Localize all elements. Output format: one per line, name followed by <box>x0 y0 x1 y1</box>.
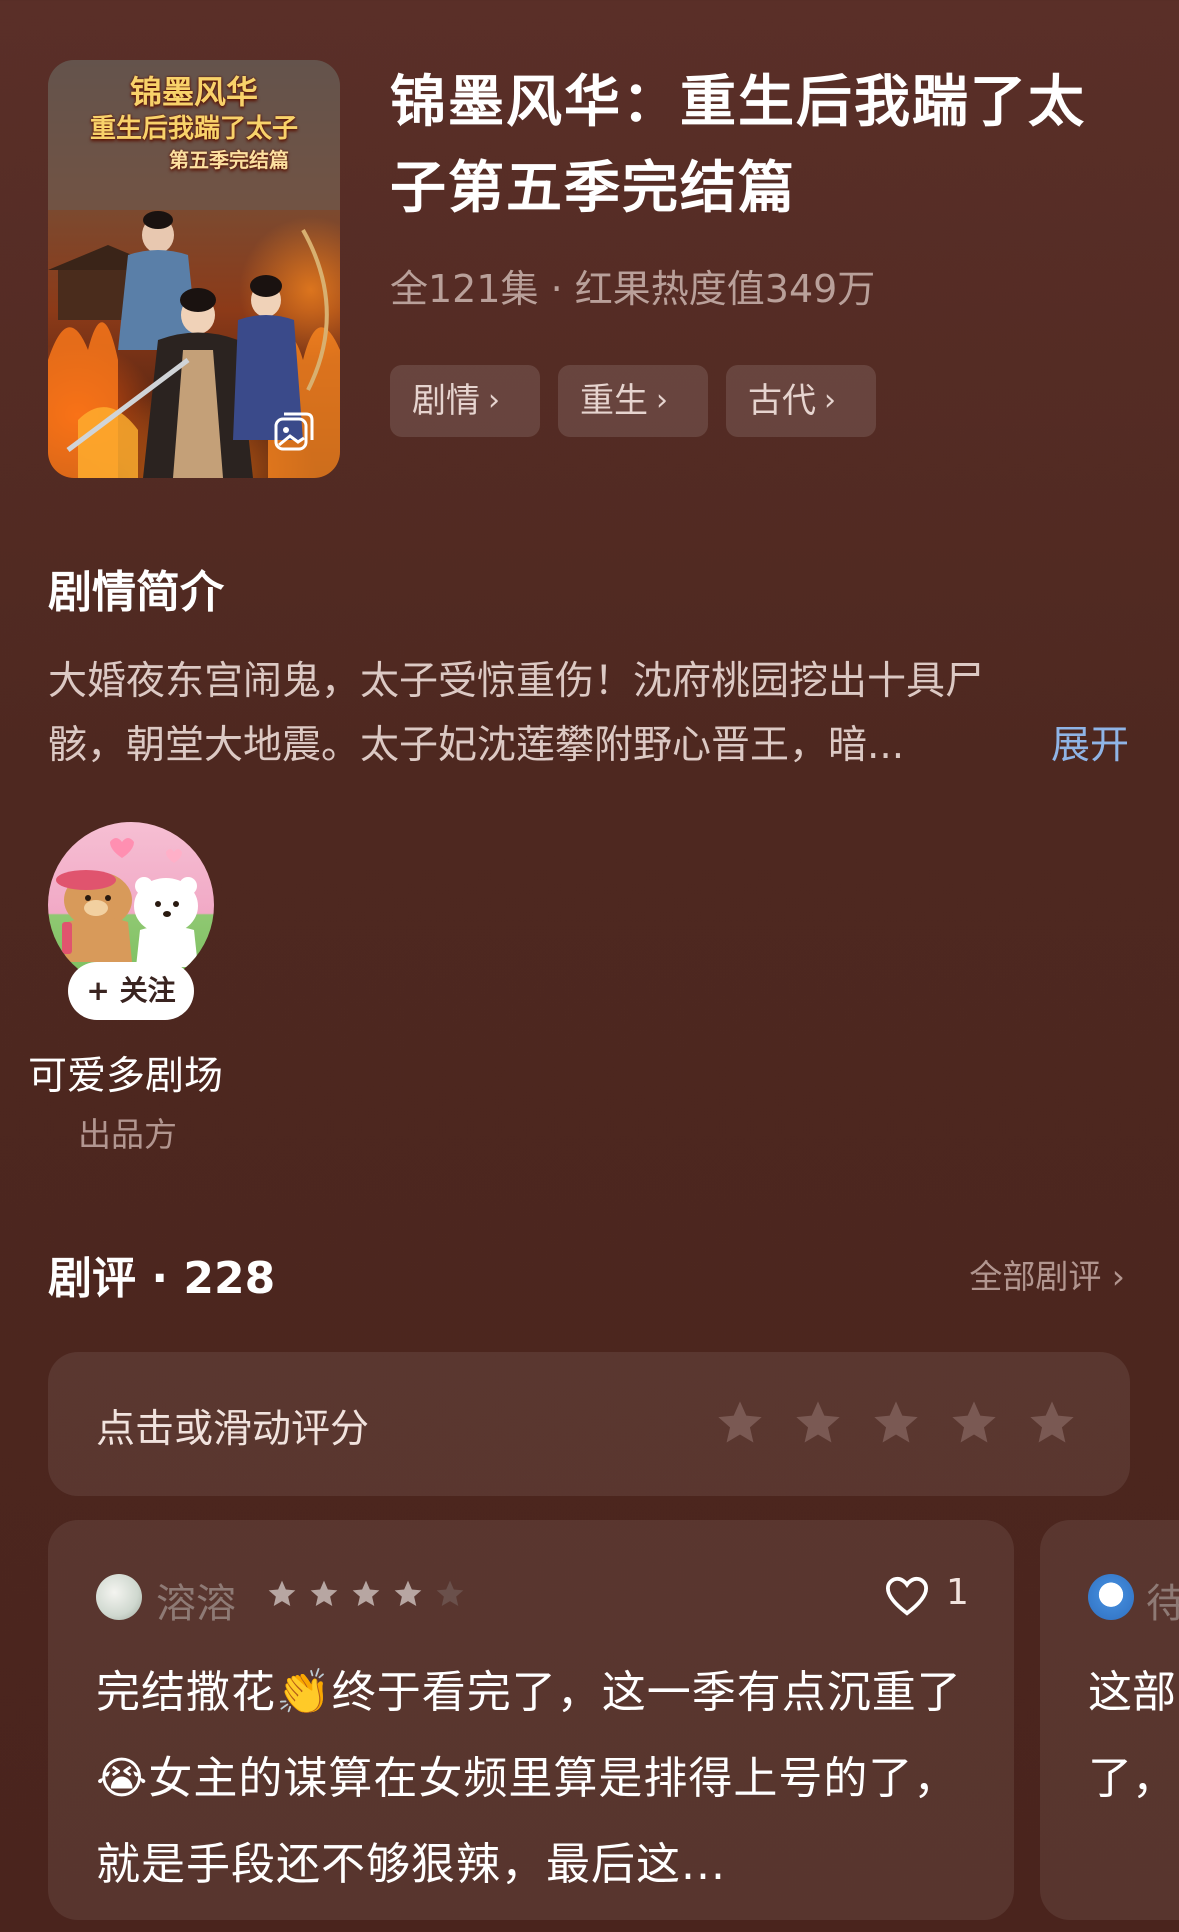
reviewer-avatar[interactable] <box>96 1574 142 1620</box>
star-icon <box>436 1580 464 1606</box>
synopsis-text: 大婚夜东宫闹鬼，太子受惊重伤！沈府桃园挖出十具尸骸，朝堂大地震。太子妃沈莲攀附野… <box>48 659 985 768</box>
tag-label: 重生 <box>580 381 648 421</box>
cover-title: 锦墨风华 重生后我踹了太子 第五季完结篇 <box>48 72 340 174</box>
heart-icon[interactable] <box>884 1575 930 1617</box>
star-icon[interactable] <box>870 1397 922 1449</box>
star-icon <box>268 1580 296 1606</box>
reviewer-name[interactable]: 溶溶 <box>156 1571 236 1629</box>
star-icon[interactable] <box>948 1397 1000 1449</box>
rating-prompt: 点击或滑动评分 <box>96 1407 370 1452</box>
drama-title: 锦墨风华：重生后我踹了太子第五季完结篇 <box>390 70 1086 221</box>
chevron-right-icon: › <box>488 383 500 418</box>
star-icon[interactable] <box>792 1397 844 1449</box>
tag-rebirth[interactable]: 重生 › <box>558 365 708 437</box>
drama-meta: 全121集 · 红果热度值349万 <box>390 267 876 311</box>
tag-label: 古代 <box>748 381 816 421</box>
all-reviews-link[interactable]: 全部剧评 › <box>969 1250 1125 1298</box>
reviews-heading: 剧评 · 228 <box>48 1253 276 1304</box>
chevron-right-icon: › <box>656 383 668 418</box>
tag-label: 剧情 <box>412 381 480 421</box>
reviewer-name[interactable]: 待 <box>1146 1571 1179 1629</box>
review-text[interactable]: 这部 了， <box>1088 1650 1178 1822</box>
star-icon <box>310 1580 338 1606</box>
gallery-icon[interactable] <box>272 410 316 454</box>
star-icon[interactable] <box>1026 1397 1078 1449</box>
producer-name[interactable]: 可爱多剧场 <box>28 1045 223 1101</box>
follow-button[interactable]: + 关注 <box>68 962 194 1020</box>
synopsis-heading: 剧情简介 <box>48 567 224 618</box>
review-text[interactable]: 完结撒花👏终于看完了，这一季有点沉重了😭女主的谋算在女频里算是排得上号的了，就是… <box>96 1650 976 1908</box>
producer-role: 出品方 <box>78 1115 177 1154</box>
cover-title-line1: 锦墨风华 <box>129 73 258 111</box>
like-count: 1 <box>946 1572 969 1613</box>
tag-drama[interactable]: 剧情 › <box>390 365 540 437</box>
cover-title-line3: 第五季完结篇 <box>169 148 289 172</box>
chevron-right-icon: › <box>824 383 836 418</box>
star-icon <box>352 1580 380 1606</box>
tag-ancient[interactable]: 古代 › <box>726 365 876 437</box>
cover-title-line2: 重生后我踹了太子 <box>89 114 298 144</box>
reviewer-avatar[interactable] <box>1088 1574 1134 1620</box>
star-icon[interactable] <box>714 1397 766 1449</box>
cover-image[interactable]: 锦墨风华 重生后我踹了太子 第五季完结篇 <box>48 60 340 478</box>
expand-button[interactable]: 展开 <box>1051 714 1129 778</box>
star-icon <box>394 1580 422 1606</box>
